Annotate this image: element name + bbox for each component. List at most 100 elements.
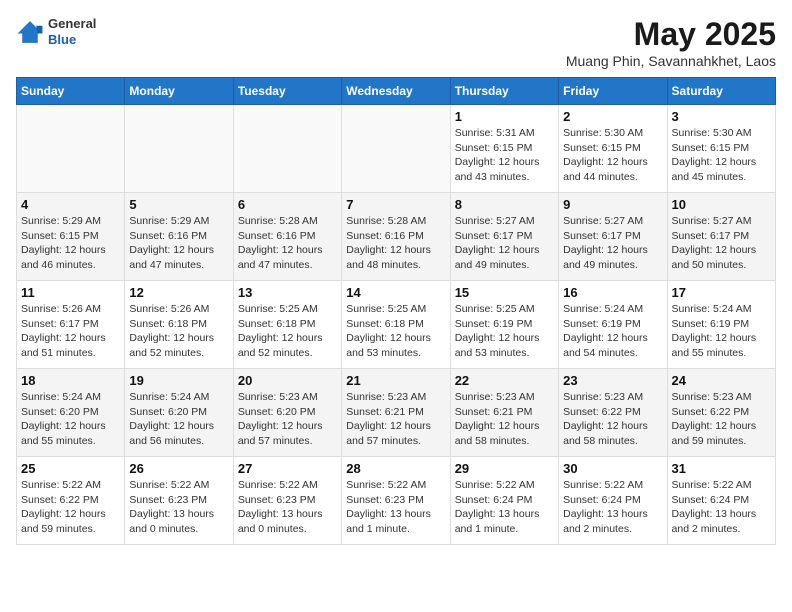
day-number: 21 [346, 373, 445, 388]
day-info: Sunrise: 5:24 AM Sunset: 6:20 PM Dayligh… [129, 390, 228, 449]
logo-text: General Blue [48, 16, 96, 47]
day-info: Sunrise: 5:22 AM Sunset: 6:23 PM Dayligh… [346, 478, 445, 537]
day-number: 1 [455, 109, 554, 124]
week-row: 25 Sunrise: 5:22 AM Sunset: 6:22 PM Dayli… [17, 457, 776, 545]
calendar-cell: 7Sunrise: 5:28 AM Sunset: 6:16 PM Daylig… [342, 193, 450, 281]
calendar-cell: 19 Sunrise: 5:24 AM Sunset: 6:20 PM Dayli… [125, 369, 233, 457]
day-info: Sunrise: 5:23 AM Sunset: 6:21 PM Dayligh… [346, 390, 445, 449]
title-block: May 2025 Muang Phin, Savannahkhet, Laos [566, 16, 776, 69]
day-number: 18 [21, 373, 120, 388]
day-info: Sunrise: 5:23 AM Sunset: 6:21 PM Dayligh… [455, 390, 554, 449]
logo-general: General [48, 16, 96, 32]
calendar-cell: 26Sunrise: 5:22 AM Sunset: 6:23 PM Dayli… [125, 457, 233, 545]
week-row: 4 Sunrise: 5:29 AM Sunset: 6:15 PM Daylig… [17, 193, 776, 281]
week-row: 11 Sunrise: 5:26 AM Sunset: 6:17 PM Dayli… [17, 281, 776, 369]
header-day: Sunday [17, 78, 125, 105]
day-info: Sunrise: 5:24 AM Sunset: 6:19 PM Dayligh… [672, 302, 771, 361]
day-info: Sunrise: 5:22 AM Sunset: 6:23 PM Dayligh… [238, 478, 337, 537]
calendar-body: 1 Sunrise: 5:31 AM Sunset: 6:15 PM Daylig… [17, 105, 776, 545]
day-info: Sunrise: 5:28 AM Sunset: 6:16 PM Dayligh… [238, 214, 337, 273]
calendar-cell: 1 Sunrise: 5:31 AM Sunset: 6:15 PM Daylig… [450, 105, 558, 193]
day-number: 19 [129, 373, 228, 388]
calendar-subtitle: Muang Phin, Savannahkhet, Laos [566, 53, 776, 69]
calendar-cell: 29Sunrise: 5:22 AM Sunset: 6:24 PM Dayli… [450, 457, 558, 545]
calendar-cell [233, 105, 341, 193]
calendar-cell: 12 Sunrise: 5:26 AM Sunset: 6:18 PM Dayli… [125, 281, 233, 369]
calendar-cell: 30 Sunrise: 5:22 AM Sunset: 6:24 PM Dayli… [559, 457, 667, 545]
day-number: 4 [21, 197, 120, 212]
day-info: Sunrise: 5:22 AM Sunset: 6:22 PM Dayligh… [21, 478, 120, 537]
page-header: General Blue May 2025 Muang Phin, Savann… [16, 16, 776, 69]
day-info: Sunrise: 5:27 AM Sunset: 6:17 PM Dayligh… [563, 214, 662, 273]
day-number: 2 [563, 109, 662, 124]
calendar-cell: 23Sunrise: 5:23 AM Sunset: 6:22 PM Dayli… [559, 369, 667, 457]
day-number: 8 [455, 197, 554, 212]
day-number: 10 [672, 197, 771, 212]
calendar-header: SundayMondayTuesdayWednesdayThursdayFrid… [17, 78, 776, 105]
header-day: Saturday [667, 78, 775, 105]
header-day: Thursday [450, 78, 558, 105]
day-info: Sunrise: 5:22 AM Sunset: 6:24 PM Dayligh… [672, 478, 771, 537]
day-info: Sunrise: 5:26 AM Sunset: 6:17 PM Dayligh… [21, 302, 120, 361]
calendar-cell: 16 Sunrise: 5:24 AM Sunset: 6:19 PM Dayli… [559, 281, 667, 369]
day-info: Sunrise: 5:31 AM Sunset: 6:15 PM Dayligh… [455, 126, 554, 185]
calendar-cell: 20 Sunrise: 5:23 AM Sunset: 6:20 PM Dayli… [233, 369, 341, 457]
day-info: Sunrise: 5:22 AM Sunset: 6:23 PM Dayligh… [129, 478, 228, 537]
day-number: 25 [21, 461, 120, 476]
calendar-cell: 18 Sunrise: 5:24 AM Sunset: 6:20 PM Dayli… [17, 369, 125, 457]
day-info: Sunrise: 5:24 AM Sunset: 6:19 PM Dayligh… [563, 302, 662, 361]
calendar-cell: 8 Sunrise: 5:27 AM Sunset: 6:17 PM Daylig… [450, 193, 558, 281]
logo: General Blue [16, 16, 96, 47]
calendar-cell: 25 Sunrise: 5:22 AM Sunset: 6:22 PM Dayli… [17, 457, 125, 545]
calendar-cell: 17Sunrise: 5:24 AM Sunset: 6:19 PM Dayli… [667, 281, 775, 369]
day-info: Sunrise: 5:29 AM Sunset: 6:15 PM Dayligh… [21, 214, 120, 273]
calendar-cell: 11 Sunrise: 5:26 AM Sunset: 6:17 PM Dayli… [17, 281, 125, 369]
day-info: Sunrise: 5:25 AM Sunset: 6:18 PM Dayligh… [346, 302, 445, 361]
logo-icon [16, 18, 44, 46]
day-number: 12 [129, 285, 228, 300]
day-info: Sunrise: 5:25 AM Sunset: 6:19 PM Dayligh… [455, 302, 554, 361]
calendar-cell [342, 105, 450, 193]
calendar-table: SundayMondayTuesdayWednesdayThursdayFrid… [16, 77, 776, 545]
calendar-cell: 13Sunrise: 5:25 AM Sunset: 6:18 PM Dayli… [233, 281, 341, 369]
calendar-cell: 28 Sunrise: 5:22 AM Sunset: 6:23 PM Dayli… [342, 457, 450, 545]
day-info: Sunrise: 5:27 AM Sunset: 6:17 PM Dayligh… [672, 214, 771, 273]
day-number: 20 [238, 373, 337, 388]
calendar-cell: 9Sunrise: 5:27 AM Sunset: 6:17 PM Daylig… [559, 193, 667, 281]
calendar-cell: 21 Sunrise: 5:23 AM Sunset: 6:21 PM Dayli… [342, 369, 450, 457]
week-row: 18 Sunrise: 5:24 AM Sunset: 6:20 PM Dayli… [17, 369, 776, 457]
day-info: Sunrise: 5:24 AM Sunset: 6:20 PM Dayligh… [21, 390, 120, 449]
day-info: Sunrise: 5:23 AM Sunset: 6:22 PM Dayligh… [672, 390, 771, 449]
day-info: Sunrise: 5:26 AM Sunset: 6:18 PM Dayligh… [129, 302, 228, 361]
header-day: Wednesday [342, 78, 450, 105]
calendar-cell: 24 Sunrise: 5:23 AM Sunset: 6:22 PM Dayli… [667, 369, 775, 457]
calendar-cell: 5Sunrise: 5:29 AM Sunset: 6:16 PM Daylig… [125, 193, 233, 281]
calendar-cell: 27 Sunrise: 5:22 AM Sunset: 6:23 PM Dayli… [233, 457, 341, 545]
calendar-title: May 2025 [566, 16, 776, 53]
day-number: 28 [346, 461, 445, 476]
day-info: Sunrise: 5:27 AM Sunset: 6:17 PM Dayligh… [455, 214, 554, 273]
week-row: 1 Sunrise: 5:31 AM Sunset: 6:15 PM Daylig… [17, 105, 776, 193]
calendar-cell: 31Sunrise: 5:22 AM Sunset: 6:24 PM Dayli… [667, 457, 775, 545]
calendar-cell: 3Sunrise: 5:30 AM Sunset: 6:15 PM Daylig… [667, 105, 775, 193]
header-day: Monday [125, 78, 233, 105]
day-info: Sunrise: 5:30 AM Sunset: 6:15 PM Dayligh… [563, 126, 662, 185]
day-number: 11 [21, 285, 120, 300]
header-day: Tuesday [233, 78, 341, 105]
day-number: 22 [455, 373, 554, 388]
day-number: 16 [563, 285, 662, 300]
calendar-cell: 6Sunrise: 5:28 AM Sunset: 6:16 PM Daylig… [233, 193, 341, 281]
day-info: Sunrise: 5:23 AM Sunset: 6:22 PM Dayligh… [563, 390, 662, 449]
calendar-cell: 14Sunrise: 5:25 AM Sunset: 6:18 PM Dayli… [342, 281, 450, 369]
calendar-cell: 10 Sunrise: 5:27 AM Sunset: 6:17 PM Dayli… [667, 193, 775, 281]
day-number: 30 [563, 461, 662, 476]
day-info: Sunrise: 5:30 AM Sunset: 6:15 PM Dayligh… [672, 126, 771, 185]
day-number: 24 [672, 373, 771, 388]
calendar-cell: 15Sunrise: 5:25 AM Sunset: 6:19 PM Dayli… [450, 281, 558, 369]
day-info: Sunrise: 5:25 AM Sunset: 6:18 PM Dayligh… [238, 302, 337, 361]
day-number: 27 [238, 461, 337, 476]
calendar-cell [125, 105, 233, 193]
calendar-cell: 22 Sunrise: 5:23 AM Sunset: 6:21 PM Dayli… [450, 369, 558, 457]
day-info: Sunrise: 5:22 AM Sunset: 6:24 PM Dayligh… [563, 478, 662, 537]
day-info: Sunrise: 5:23 AM Sunset: 6:20 PM Dayligh… [238, 390, 337, 449]
